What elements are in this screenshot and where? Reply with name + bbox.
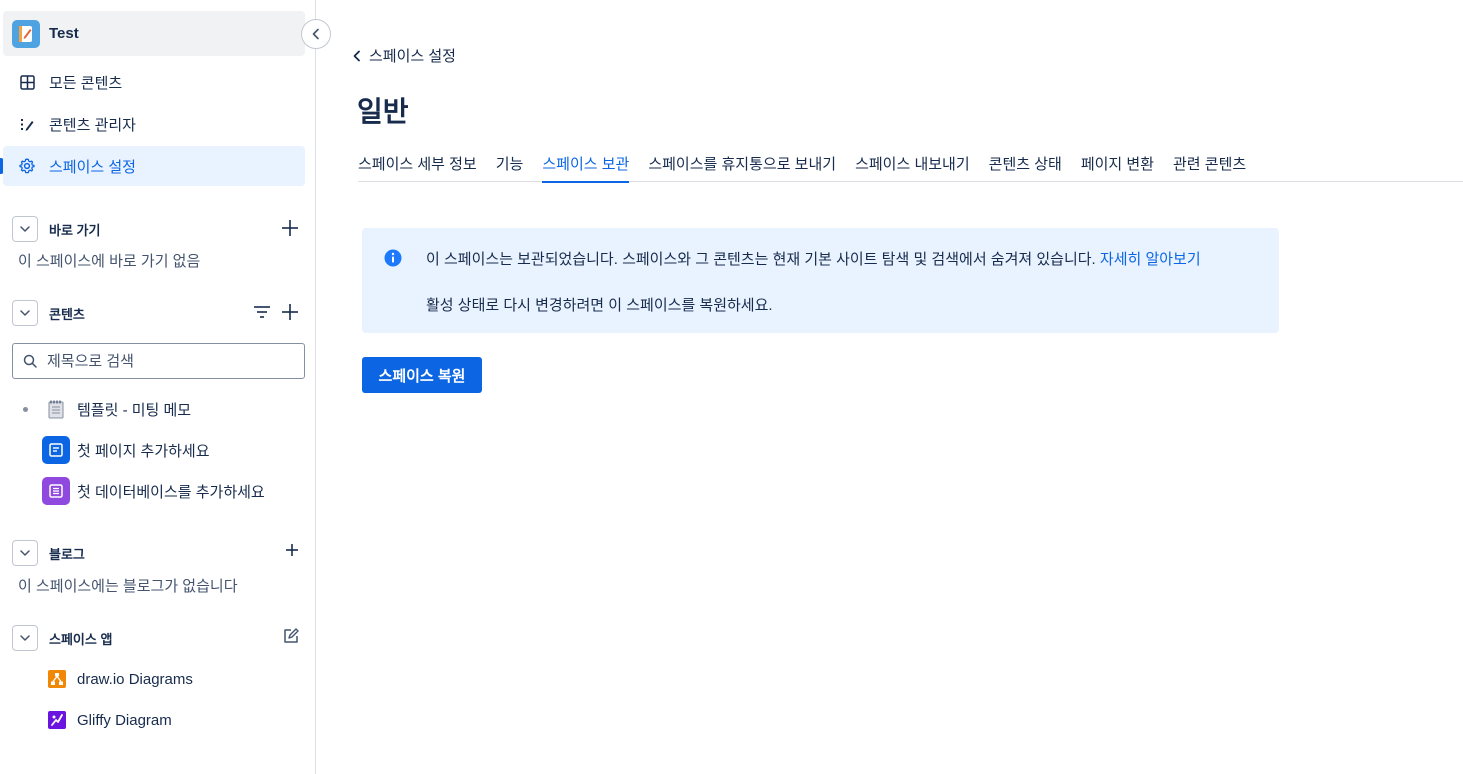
chevron-down-icon: [20, 635, 30, 641]
blog-toggle-button[interactable]: [12, 540, 38, 566]
app-item-label: draw.io Diagrams: [77, 670, 193, 688]
app-item-gliffy[interactable]: Gliffy Diagram: [0, 702, 310, 738]
content-manager-icon: [19, 116, 35, 132]
tab-export-space[interactable]: 스페이스 내보내기: [855, 150, 970, 182]
app-item-drawio[interactable]: draw.io Diagrams: [0, 661, 310, 697]
add-shortcut-button[interactable]: [280, 218, 300, 242]
notepad-icon: [42, 395, 70, 423]
chevron-left-icon: [312, 28, 319, 40]
tree-item-template[interactable]: 템플릿 - 미팅 메모: [0, 391, 310, 427]
gear-icon: [19, 158, 35, 174]
filter-content-button[interactable]: [252, 302, 272, 326]
app-item-label: Gliffy Diagram: [77, 711, 172, 729]
settings-tabs: 스페이스 세부 정보 기능 스페이스 보관 스페이스를 휴지통으로 보내기 스페…: [358, 150, 1463, 183]
grid-icon: [19, 74, 35, 90]
sidebar: Test 모든 콘텐츠 콘텐츠 관리자 스페이스 설정 바로 가기 이 스페이스…: [0, 0, 331, 774]
tree-item-add-page[interactable]: 첫 페이지 추가하세요: [0, 432, 310, 468]
blog-title: 블로그: [49, 546, 85, 562]
chevron-down-icon: [20, 310, 30, 316]
shortcuts-empty-text: 이 스페이스에 바로 가기 없음: [18, 253, 201, 270]
plus-icon: [282, 220, 298, 236]
edit-apps-button[interactable]: [282, 627, 300, 649]
space-header[interactable]: Test: [3, 11, 305, 56]
tree-item-add-database[interactable]: 첫 데이터베이스를 추가하세요: [0, 473, 310, 509]
sidebar-item-label: 콘텐츠 관리자: [49, 116, 136, 134]
sidebar-item-space-settings[interactable]: 스페이스 설정: [3, 146, 305, 186]
tree-item-label: 첫 데이터베이스를 추가하세요: [77, 483, 265, 501]
database-icon: [42, 477, 70, 505]
space-logo-icon: [12, 19, 40, 48]
blog-section-header: 블로그: [12, 539, 308, 567]
shortcuts-title: 바로 가기: [49, 222, 101, 238]
content-toggle-button[interactable]: [12, 300, 38, 326]
content-title: 콘텐츠: [49, 306, 85, 322]
page-title: 일반: [357, 96, 409, 127]
tab-features[interactable]: 기능: [496, 150, 524, 182]
info-message-line: 이 스페이스는 보관되었습니다. 스페이스와 그 콘텐츠는 현재 기본 사이트 …: [426, 248, 1201, 269]
page-icon: [42, 436, 70, 464]
plus-icon: [282, 304, 298, 320]
info-restore-hint: 활성 상태로 다시 변경하려면 이 스페이스를 복원하세요.: [426, 297, 773, 314]
content-section-header: 콘텐츠: [12, 299, 308, 327]
gliffy-icon: [48, 711, 66, 729]
shortcuts-section-header: 바로 가기: [12, 215, 308, 243]
chevron-left-icon: [352, 50, 362, 62]
shortcuts-toggle-button[interactable]: [12, 216, 38, 242]
sidebar-item-content-manager[interactable]: 콘텐츠 관리자: [3, 104, 305, 144]
content-search-input[interactable]: [47, 352, 287, 370]
sidebar-item-label: 모든 콘텐츠: [49, 74, 123, 92]
edit-icon: [284, 628, 299, 643]
archived-info-panel: 이 스페이스는 보관되었습니다. 스페이스와 그 콘텐츠는 현재 기본 사이트 …: [362, 228, 1279, 333]
main-content: 스페이스 설정 일반 스페이스 세부 정보 기능 스페이스 보관 스페이스를 휴…: [316, 0, 1463, 774]
drawio-icon: [48, 670, 66, 688]
filter-icon: [254, 306, 270, 318]
learn-more-link[interactable]: 자세히 알아보기: [1100, 251, 1201, 268]
tab-related-content[interactable]: 관련 콘텐츠: [1173, 150, 1246, 182]
search-icon: [23, 354, 37, 368]
content-search-field[interactable]: [12, 343, 305, 379]
sidebar-item-all-content[interactable]: 모든 콘텐츠: [3, 62, 305, 102]
restore-space-button[interactable]: 스페이스 복원: [362, 357, 482, 393]
blog-empty-text: 이 스페이스에는 블로그가 없습니다: [18, 578, 238, 595]
add-blog-button[interactable]: [284, 542, 300, 562]
chevron-down-icon: [20, 550, 30, 556]
sidebar-item-label: 스페이스 설정: [49, 158, 136, 176]
info-message: 이 스페이스는 보관되었습니다. 스페이스와 그 콘텐츠는 현재 기본 사이트 …: [426, 251, 1100, 268]
info-icon: [384, 249, 402, 267]
tab-archive-space[interactable]: 스페이스 보관: [542, 150, 629, 183]
back-to-space-settings-link[interactable]: 스페이스 설정: [352, 45, 456, 66]
collapse-sidebar-button[interactable]: [301, 19, 331, 49]
back-link-label: 스페이스 설정: [369, 48, 456, 65]
space-name: Test: [49, 25, 79, 42]
plus-icon: [286, 544, 298, 556]
tab-space-details[interactable]: 스페이스 세부 정보: [358, 150, 477, 182]
tree-item-label: 첫 페이지 추가하세요: [77, 442, 210, 460]
tree-bullet: [23, 406, 28, 412]
apps-section-header: 스페이스 앱: [12, 624, 308, 652]
tab-content-status[interactable]: 콘텐츠 상태: [989, 150, 1062, 182]
tab-trash-space[interactable]: 스페이스를 휴지통으로 보내기: [648, 150, 836, 182]
apps-toggle-button[interactable]: [12, 625, 38, 651]
add-content-button[interactable]: [280, 302, 300, 326]
chevron-down-icon: [20, 226, 30, 232]
apps-title: 스페이스 앱: [49, 631, 113, 647]
tab-page-conversion[interactable]: 페이지 변환: [1081, 150, 1154, 182]
tree-item-label: 템플릿 - 미팅 메모: [77, 401, 192, 419]
